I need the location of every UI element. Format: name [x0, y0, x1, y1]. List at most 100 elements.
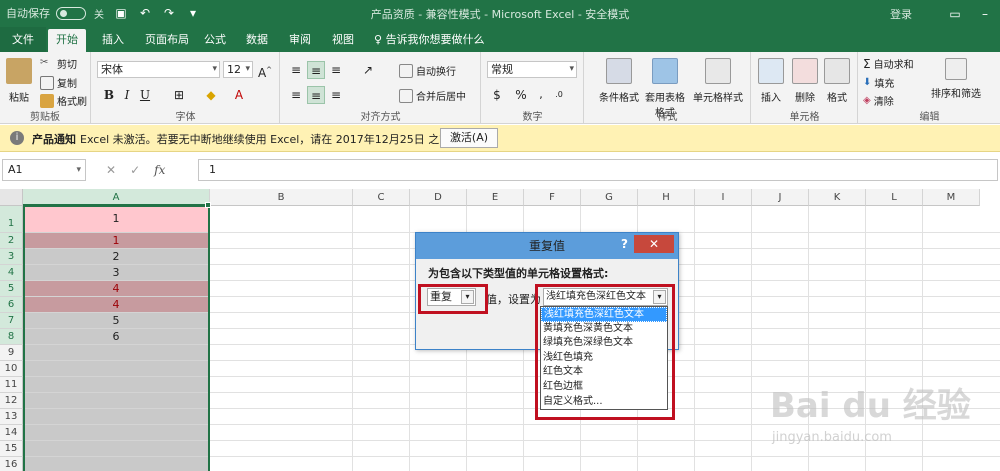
- font-grow-icon[interactable]: A^: [256, 61, 274, 80]
- minimize-icon[interactable]: –: [970, 0, 1000, 27]
- column-header-e[interactable]: E: [467, 189, 524, 206]
- font-size-select[interactable]: 12: [223, 61, 253, 78]
- help-icon[interactable]: ?: [621, 237, 628, 251]
- column-header-c[interactable]: C: [353, 189, 410, 206]
- close-button[interactable]: ✕: [634, 235, 674, 253]
- borders-icon[interactable]: ⊞: [170, 86, 188, 104]
- cell-a4[interactable]: 3: [23, 265, 209, 281]
- align-top-icon[interactable]: ≡: [287, 61, 305, 79]
- tab-insert[interactable]: 插入: [94, 27, 132, 52]
- format-option[interactable]: 自定义格式...: [541, 395, 667, 410]
- align-left-icon[interactable]: ≡: [287, 86, 305, 104]
- login-link[interactable]: 登录: [890, 6, 912, 22]
- column-header-k[interactable]: K: [809, 189, 866, 206]
- column-header-f[interactable]: F: [524, 189, 581, 206]
- autosum-button[interactable]: Σ 自动求和: [863, 56, 914, 72]
- value-type-select[interactable]: 重复 ▾: [427, 288, 476, 306]
- chevron-down-icon[interactable]: ▾: [461, 290, 474, 304]
- cell-styles-button[interactable]: 单元格样式: [693, 58, 743, 104]
- row-header-4[interactable]: 4: [0, 265, 23, 281]
- cancel-icon[interactable]: ✕: [106, 163, 116, 177]
- tab-home[interactable]: 开始: [48, 29, 86, 52]
- cell-a12[interactable]: [23, 393, 209, 409]
- tab-review[interactable]: 审阅: [281, 27, 319, 52]
- row-header-6[interactable]: 6: [0, 297, 23, 313]
- activate-button[interactable]: 激活(A): [440, 128, 498, 148]
- italic-icon[interactable]: I: [118, 86, 136, 104]
- paste-button[interactable]: 粘贴: [6, 58, 32, 104]
- column-header-a[interactable]: A: [23, 189, 210, 206]
- cell-a11[interactable]: [23, 377, 209, 393]
- clear-button[interactable]: ◈ 清除: [863, 93, 894, 108]
- delete-cells-button[interactable]: 删除: [792, 58, 818, 104]
- formula-input[interactable]: 1: [198, 159, 998, 181]
- row-header-11[interactable]: 11: [0, 377, 23, 393]
- font-color-icon[interactable]: A: [230, 86, 248, 104]
- bold-icon[interactable]: B: [100, 86, 118, 104]
- cell-a9[interactable]: [23, 345, 209, 361]
- sort-filter-button[interactable]: 排序和筛选: [931, 58, 981, 100]
- cell-a16[interactable]: [23, 457, 209, 471]
- row-header-13[interactable]: 13: [0, 409, 23, 425]
- ribbon-display-icon[interactable]: ▭: [940, 0, 970, 27]
- cell-a14[interactable]: [23, 425, 209, 441]
- cell-a7[interactable]: 5: [23, 313, 209, 329]
- cut-button[interactable]: ✂ 剪切: [40, 56, 77, 72]
- align-bottom-icon[interactable]: ≡: [327, 61, 345, 79]
- cell-a6[interactable]: 4: [23, 297, 209, 313]
- cell-a3[interactable]: 2: [23, 249, 209, 265]
- wrap-text-button[interactable]: 自动换行: [399, 63, 456, 78]
- comma-icon[interactable]: ,: [532, 86, 550, 104]
- format-option[interactable]: 红色文本: [541, 365, 667, 380]
- format-option[interactable]: 黄填充色深黄色文本: [541, 322, 667, 337]
- chevron-down-icon[interactable]: ▾: [653, 290, 666, 304]
- column-header-i[interactable]: I: [695, 189, 752, 206]
- format-cells-button[interactable]: 格式: [824, 58, 850, 104]
- row-header-1[interactable]: 1: [0, 206, 23, 233]
- tab-file[interactable]: 文件: [0, 27, 46, 52]
- cell-a5[interactable]: 4: [23, 281, 209, 297]
- fill-handle[interactable]: [205, 202, 211, 208]
- increase-decimal-icon[interactable]: .0: [550, 86, 568, 104]
- fill-button[interactable]: ⬇ 填充: [863, 75, 894, 90]
- underline-icon[interactable]: U: [136, 86, 154, 104]
- fill-color-icon[interactable]: ◆: [202, 86, 220, 104]
- row-header-14[interactable]: 14: [0, 425, 23, 441]
- percent-icon[interactable]: %: [512, 86, 530, 104]
- format-option[interactable]: 浅红填充色深红色文本: [541, 307, 667, 322]
- conditional-format-button[interactable]: 条件格式: [599, 58, 639, 104]
- number-format-select[interactable]: 常规: [487, 61, 577, 78]
- tell-me-box[interactable]: ♀ 告诉我你想要做什么: [374, 27, 485, 52]
- column-header-d[interactable]: D: [410, 189, 467, 206]
- cell-a8[interactable]: 6: [23, 329, 209, 345]
- tab-formulas[interactable]: 公式: [196, 27, 234, 52]
- align-right-icon[interactable]: ≡: [327, 86, 345, 104]
- cell-a10[interactable]: [23, 361, 209, 377]
- row-header-15[interactable]: 15: [0, 441, 23, 457]
- select-all-corner[interactable]: [0, 189, 23, 206]
- column-header-m[interactable]: M: [923, 189, 980, 206]
- column-header-j[interactable]: J: [752, 189, 809, 206]
- insert-function-icon[interactable]: fx: [154, 163, 165, 177]
- row-header-7[interactable]: 7: [0, 313, 23, 329]
- column-header-l[interactable]: L: [866, 189, 923, 206]
- format-option[interactable]: 浅红色填充: [541, 351, 667, 366]
- format-option[interactable]: 绿填充色深绿色文本: [541, 336, 667, 351]
- row-header-5[interactable]: 5: [0, 281, 23, 297]
- format-select[interactable]: 浅红填充色深红色文本 ▾: [543, 288, 668, 306]
- cell-a2[interactable]: 1: [23, 233, 209, 249]
- cell-a1[interactable]: 1: [23, 206, 209, 233]
- cell-a13[interactable]: [23, 409, 209, 425]
- column-header-h[interactable]: H: [638, 189, 695, 206]
- name-box[interactable]: A1: [2, 159, 86, 181]
- column-header-g[interactable]: G: [581, 189, 638, 206]
- cell-a15[interactable]: [23, 441, 209, 457]
- tab-page-layout[interactable]: 页面布局: [137, 27, 197, 52]
- font-name-select[interactable]: 宋体: [97, 61, 220, 78]
- tab-data[interactable]: 数据: [238, 27, 276, 52]
- column-header-b[interactable]: B: [210, 189, 353, 206]
- row-header-3[interactable]: 3: [0, 249, 23, 265]
- align-middle-icon[interactable]: ≡: [307, 61, 325, 79]
- row-header-10[interactable]: 10: [0, 361, 23, 377]
- accounting-icon[interactable]: $: [488, 86, 506, 104]
